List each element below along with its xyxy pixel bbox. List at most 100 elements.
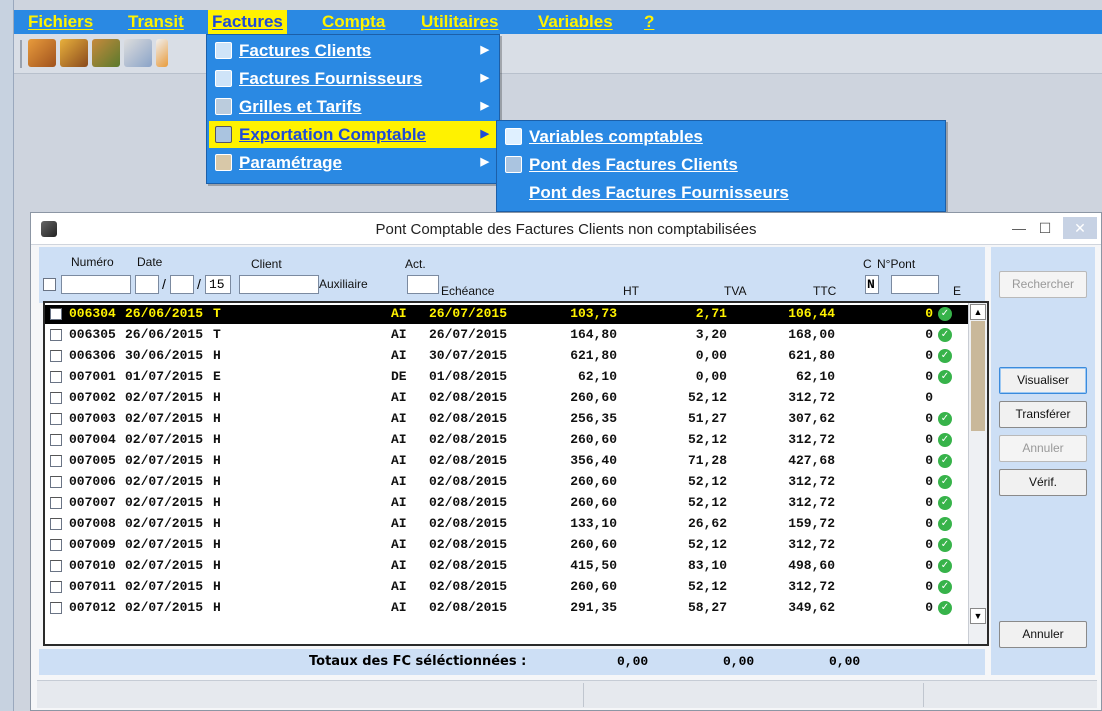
table-row[interactable]: 007008 02/07/2015 H AI 02/08/2015 133,10 26,62…: [45, 515, 968, 534]
transferer-button[interactable]: Transférer: [999, 401, 1087, 428]
menu-factures[interactable]: Factures: [208, 10, 287, 34]
cell-date: 26/06/2015: [125, 327, 204, 342]
menu-fichiers[interactable]: Fichiers: [24, 10, 97, 34]
annuler-button[interactable]: Annuler: [999, 621, 1087, 648]
row-checkbox[interactable]: [50, 455, 62, 467]
table-row[interactable]: 007006 02/07/2015 H AI 02/08/2015 260,60 52,12…: [45, 473, 968, 492]
menuitem-variables-comptables[interactable]: Variables comptables: [499, 123, 943, 150]
row-checkbox[interactable]: [50, 497, 62, 509]
cell-echeance: 02/08/2015: [429, 390, 508, 405]
check-circle-icon: ✓: [938, 580, 952, 594]
date-year-field[interactable]: 15: [205, 275, 231, 294]
menuitem-pont-factures-clients[interactable]: Pont des Factures Clients: [499, 151, 943, 178]
visualiser-button[interactable]: Visualiser: [999, 367, 1087, 394]
menu-transit[interactable]: Transit: [124, 10, 188, 34]
menuitem-factures-clients[interactable]: Factures Clients ▶: [209, 37, 497, 64]
vertical-scrollbar[interactable]: ▲ ▼: [968, 303, 987, 644]
rechercher-button[interactable]: Rechercher: [999, 271, 1087, 298]
status-separator: [583, 683, 584, 707]
row-checkbox[interactable]: [50, 392, 62, 404]
document-icon: [215, 70, 232, 87]
close-icon[interactable]: ✕: [1063, 217, 1097, 239]
table-row[interactable]: 006306 30/06/2015 H AI 30/07/2015 621,80 0,00 6…: [45, 347, 968, 366]
menuitem-pont-factures-fournisseurs[interactable]: Pont des Factures Fournisseurs: [499, 179, 943, 206]
menu-compta[interactable]: Compta: [318, 10, 389, 34]
table-row[interactable]: 006305 26/06/2015 T AI 26/07/2015 164,80 3,20 1…: [45, 326, 968, 345]
row-checkbox[interactable]: [50, 518, 62, 530]
annuler-selection-button[interactable]: Annuler: [999, 435, 1087, 462]
date-day-field[interactable]: [135, 275, 159, 294]
table-row[interactable]: 007002 02/07/2015 H AI 02/08/2015 260,60 52,12…: [45, 389, 968, 408]
cell-act: AI: [391, 306, 407, 321]
scroll-up-icon[interactable]: ▲: [970, 304, 986, 320]
menuitem-label: Exportation Comptable: [239, 125, 427, 144]
c-field[interactable]: N: [865, 275, 879, 294]
scroll-down-icon[interactable]: ▼: [970, 608, 986, 624]
cell-echeance: 30/07/2015: [429, 348, 508, 363]
table-row[interactable]: 007005 02/07/2015 H AI 02/08/2015 356,40 71,28…: [45, 452, 968, 471]
cell-npont: 0: [925, 390, 933, 405]
cell-npont: 0: [925, 579, 933, 594]
numero-field[interactable]: [61, 275, 131, 294]
row-checkbox[interactable]: [50, 476, 62, 488]
cell-act: AI: [391, 600, 407, 615]
menu-utilitaires[interactable]: Utilitaires: [417, 10, 502, 34]
table-row[interactable]: 007012 02/07/2015 H AI 02/08/2015 291,35 58,27…: [45, 599, 968, 618]
menu-variables[interactable]: Variables: [534, 10, 617, 34]
row-checkbox[interactable]: [50, 329, 62, 341]
date-month-field[interactable]: [170, 275, 194, 294]
date-label: Date: [137, 255, 163, 269]
cell-ttc: 349,62: [788, 600, 835, 615]
cell-ttc: 312,72: [788, 390, 835, 405]
table-row[interactable]: 007007 02/07/2015 H AI 02/08/2015 260,60 52,12…: [45, 494, 968, 513]
table-row[interactable]: 007011 02/07/2015 H AI 02/08/2015 260,60 52,12…: [45, 578, 968, 597]
cell-npont: 0: [925, 537, 933, 552]
row-checkbox[interactable]: [50, 371, 62, 383]
table-row[interactable]: 007004 02/07/2015 H AI 02/08/2015 260,60 52,12…: [45, 431, 968, 450]
cell-act: AI: [391, 537, 407, 552]
cell-numero: 007005: [69, 453, 116, 468]
table-row[interactable]: 007010 02/07/2015 H AI 02/08/2015 415,50 83,10…: [45, 557, 968, 576]
c-label: C: [863, 257, 872, 271]
cell-echeance: 02/08/2015: [429, 453, 508, 468]
cell-npont: 0: [925, 348, 933, 363]
maximize-icon[interactable]: ☐: [1033, 217, 1057, 239]
row-checkbox[interactable]: [50, 308, 62, 320]
select-all-checkbox[interactable]: [43, 278, 56, 291]
partial-tool-icon[interactable]: [156, 39, 168, 67]
row-checkbox[interactable]: [50, 560, 62, 572]
row-checkbox[interactable]: [50, 581, 62, 593]
door-green-icon[interactable]: [92, 39, 120, 67]
row-checkbox[interactable]: [50, 539, 62, 551]
row-checkbox[interactable]: [50, 602, 62, 614]
scroll-thumb[interactable]: [971, 321, 985, 431]
door-exit-icon[interactable]: [28, 39, 56, 67]
table-row[interactable]: 006304 26/06/2015 T AI 26/07/2015 103,73 2,71 1…: [45, 305, 968, 324]
menuitem-parametrage[interactable]: Paramétrage ▶: [209, 149, 497, 176]
settings-tool-icon[interactable]: [124, 39, 152, 67]
row-checkbox[interactable]: [50, 413, 62, 425]
minimize-icon[interactable]: —: [1007, 217, 1031, 239]
npont-field[interactable]: [891, 275, 939, 294]
check-circle-icon: ✓: [938, 559, 952, 573]
cell-act: AI: [391, 474, 407, 489]
table-row[interactable]: 007003 02/07/2015 H AI 02/08/2015 256,35 51,27…: [45, 410, 968, 429]
menuitem-factures-fournisseurs[interactable]: Factures Fournisseurs ▶: [209, 65, 497, 92]
table-row[interactable]: 007001 01/07/2015 E DE 01/08/2015 62,10 0,00 62…: [45, 368, 968, 387]
table-row[interactable]: 007009 02/07/2015 H AI 02/08/2015 260,60 52,12…: [45, 536, 968, 555]
act-field[interactable]: [407, 275, 439, 294]
client-field[interactable]: [239, 275, 319, 294]
cell-date: 02/07/2015: [125, 537, 204, 552]
cell-date: 02/07/2015: [125, 495, 204, 510]
row-checkbox[interactable]: [50, 434, 62, 446]
verif-button[interactable]: Vérif.: [999, 469, 1087, 496]
menuitem-grilles-tarifs[interactable]: Grilles et Tarifs ▶: [209, 93, 497, 120]
cell-npont: 0: [925, 474, 933, 489]
cell-type: H: [213, 600, 221, 615]
menuitem-exportation-comptable[interactable]: Exportation Comptable ▶: [209, 121, 497, 148]
cell-ht: 260,60: [570, 495, 617, 510]
row-checkbox[interactable]: [50, 350, 62, 362]
app-window: Fichiers Transit Factures Compta Utilita…: [0, 0, 1102, 711]
door-icon[interactable]: [60, 39, 88, 67]
menu-help[interactable]: ?: [640, 10, 658, 34]
